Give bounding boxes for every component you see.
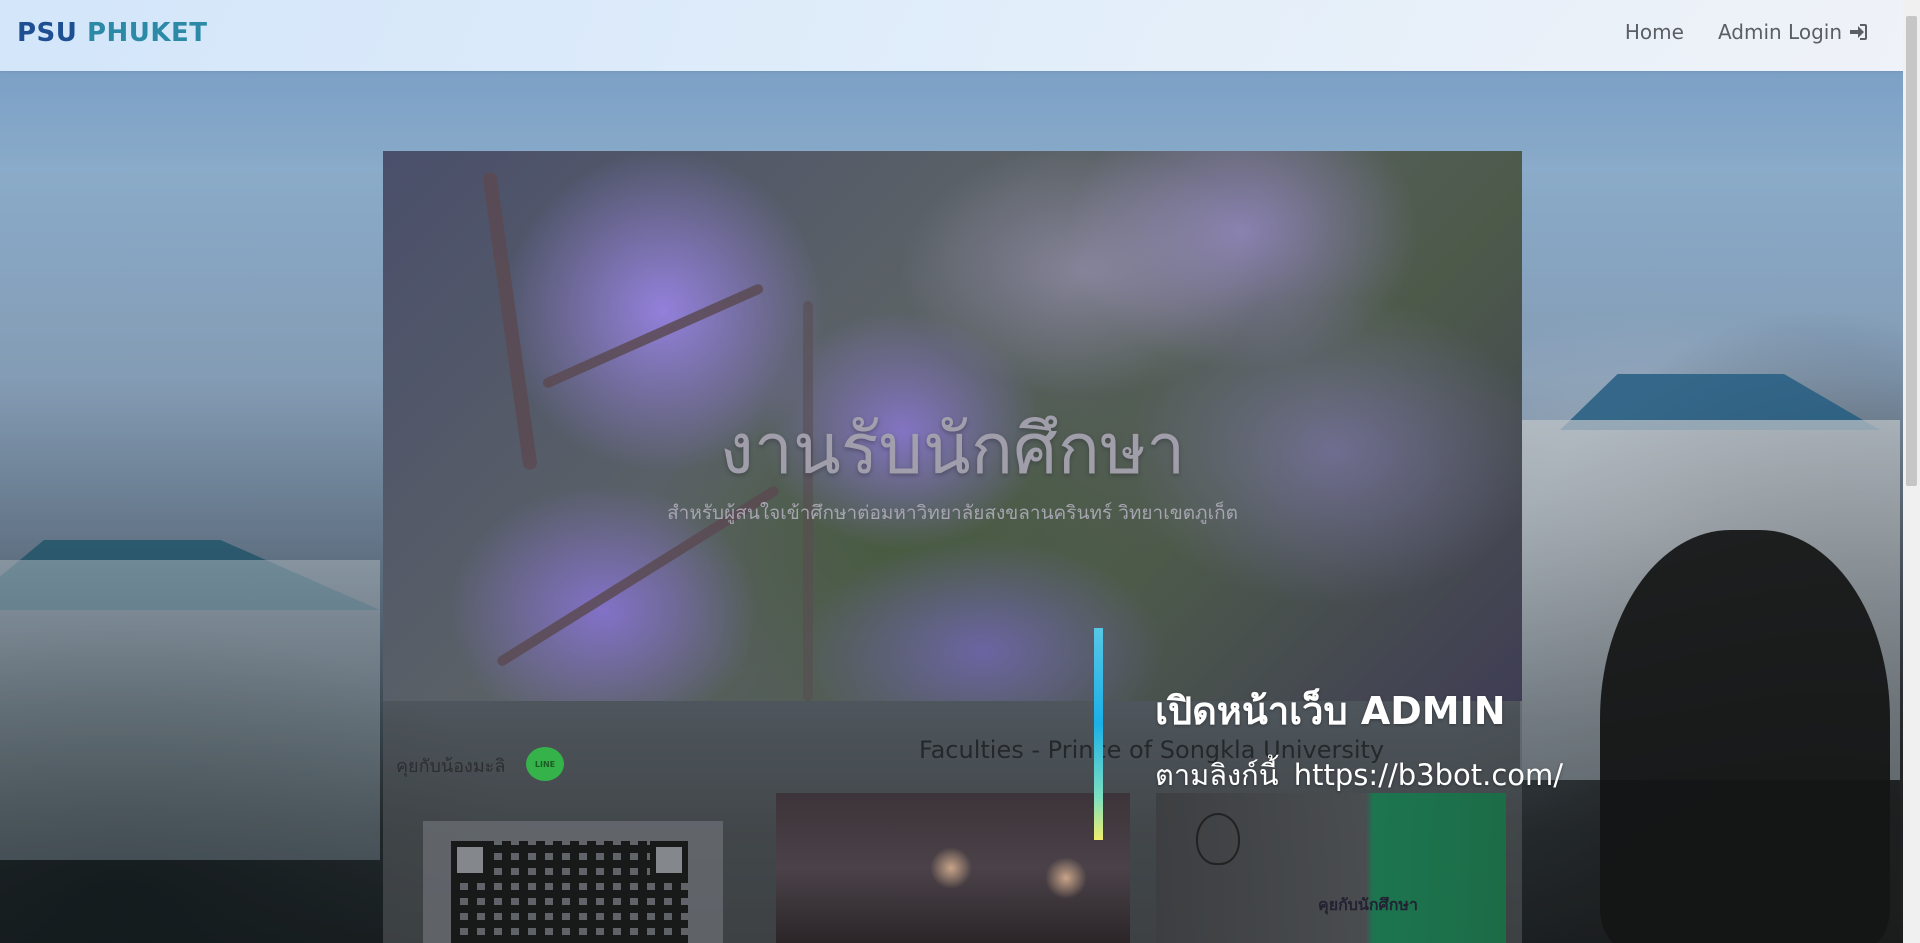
line-icon-text: LINE (534, 759, 556, 769)
qr-finder-top-left (451, 841, 489, 879)
nav-links: Home Admin Login (1625, 20, 1868, 44)
overlay-accent-bar (1094, 628, 1103, 840)
top-navbar: PSU PHUKET Home Admin Login (0, 0, 1920, 71)
qr-finder-top-right (650, 841, 688, 879)
nav-home-label: Home (1624, 20, 1684, 44)
overlay-link-prefix: ตามลิงก์นี้ (1155, 758, 1279, 792)
scrollbar-thumb[interactable] (1906, 16, 1917, 486)
faculty-photo-students[interactable] (776, 793, 1130, 943)
overlay-url-link[interactable]: https://b3bot.com/ (1294, 758, 1563, 792)
brand-logo[interactable]: PSU PHUKET (17, 18, 208, 48)
overlay-title: เปิดหน้าเว็บ ADMIN (1155, 689, 1506, 733)
nav-admin-login-link[interactable]: Admin Login (1718, 20, 1868, 44)
hero-branch-2 (541, 282, 765, 390)
sign-in-icon (1850, 24, 1867, 40)
hero-banner: งานรับนักศึกษา สำหรับผู้สนใจเข้าศึกษาต่อ… (383, 151, 1522, 701)
line-icon[interactable]: LINE (526, 747, 564, 781)
brand-psu: PSU (17, 18, 78, 48)
partial-chat-label: คุยกับนักศึกษา (1318, 895, 1418, 914)
hero-subtitle: สำหรับผู้สนใจเข้าศึกษาต่อมหาวิทยาลัยสงขล… (667, 502, 1238, 524)
faculty-photo-ceremony[interactable] (1156, 793, 1506, 943)
brand-phuket: PHUKET (86, 18, 208, 48)
qr-code (451, 841, 688, 943)
nav-admin-login-label: Admin Login (1717, 20, 1842, 44)
main-container: งานรับนักศึกษา สำหรับผู้สนใจเข้าศึกษาต่อ… (383, 151, 1522, 943)
university-seal-icon (1196, 813, 1240, 865)
overlay-link-line: ตามลิงก์นี้ https://b3bot.com/ (1155, 752, 1563, 798)
page-scrollbar[interactable] (1903, 0, 1920, 943)
hero-title: งานรับนักศึกษา (719, 408, 1186, 490)
nav-home-link[interactable]: Home (1625, 20, 1684, 44)
chat-label: คุยกับน้องมะลิ (396, 756, 506, 777)
